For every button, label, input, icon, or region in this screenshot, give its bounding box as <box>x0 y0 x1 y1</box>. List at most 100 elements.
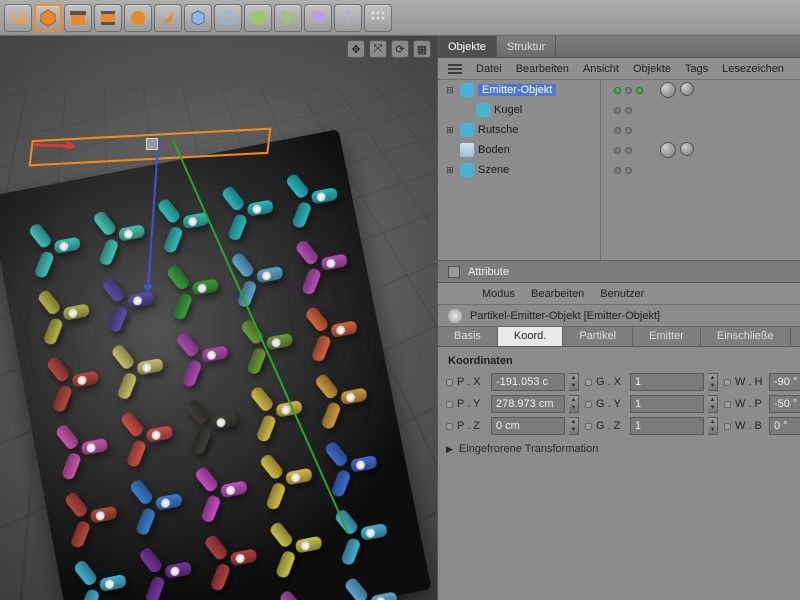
cylinder-button[interactable] <box>304 4 332 32</box>
spinner[interactable]: ▲▼ <box>708 373 718 391</box>
coord-field: P . X ▲▼ <box>446 373 579 391</box>
tree-row[interactable]: ⊞Rutsche <box>438 120 800 140</box>
spinner[interactable]: ▲▼ <box>569 373 579 391</box>
frozen-label: Eingefrorene Transformation <box>459 443 598 455</box>
coord-input[interactable] <box>491 373 565 391</box>
tab-objekte[interactable]: Objekte <box>438 36 497 57</box>
tab-struktur[interactable]: Struktur <box>497 36 557 57</box>
object-icon <box>460 143 474 157</box>
coord-label: G . X <box>596 376 626 388</box>
menu-objekte[interactable]: Objekte <box>633 63 671 75</box>
frozen-transform-row[interactable]: ▶ Eingefrorene Transformation <box>446 443 792 455</box>
visibility-dots[interactable] <box>614 127 632 134</box>
coord-label: P . X <box>457 376 487 388</box>
menu-bearbeiten[interactable]: Bearbeiten <box>516 63 569 75</box>
spinner[interactable]: ▲▼ <box>569 417 579 435</box>
atab-basis[interactable]: Basis <box>438 327 498 346</box>
coord-label: W . P <box>735 398 765 410</box>
coord-input[interactable] <box>769 373 800 391</box>
coord-input[interactable] <box>630 417 704 435</box>
visibility-dots[interactable] <box>614 147 632 154</box>
attr-menu-benutzer[interactable]: Benutzer <box>600 288 644 300</box>
feather-button[interactable] <box>154 4 182 32</box>
expand-toggle[interactable]: ⊟ <box>444 84 456 96</box>
jack-object <box>230 181 283 237</box>
attr-menu-bearbeiten[interactable]: Bearbeiten <box>531 288 584 300</box>
coord-input[interactable] <box>769 395 800 413</box>
anim-dot[interactable] <box>724 379 731 386</box>
coord-field: G . Z▲▼ <box>585 417 718 435</box>
coord-input[interactable] <box>630 395 704 413</box>
3d-viewport[interactable]: ✥ ⤧ ⟳ ▦ <box>0 36 438 600</box>
gizmo-origin[interactable] <box>146 138 158 150</box>
attribute-toggle[interactable] <box>448 266 460 278</box>
cube-tool-button[interactable] <box>34 4 62 32</box>
expand-toggle[interactable] <box>444 144 456 156</box>
atab-einschliesse[interactable]: Einschließe <box>701 327 791 346</box>
row-tags[interactable] <box>660 82 694 98</box>
jack-object <box>193 394 247 451</box>
jack-object <box>353 572 408 600</box>
jack-object <box>147 542 201 600</box>
attribute-tabs: Basis Koord. Partikel Emitter Einschließ… <box>438 327 800 347</box>
anim-dot[interactable] <box>446 379 453 386</box>
film-button[interactable] <box>94 4 122 32</box>
particle-tool-button[interactable] <box>274 4 302 32</box>
coord-input[interactable] <box>769 417 800 435</box>
attr-menu-modus[interactable]: Modus <box>482 288 515 300</box>
expand-button[interactable] <box>334 4 362 32</box>
menu-ansicht[interactable]: Ansicht <box>583 63 619 75</box>
hamburger-icon[interactable] <box>448 64 462 74</box>
tree-row[interactable]: ⊞Szene <box>438 160 800 180</box>
menu-datei[interactable]: Datei <box>476 63 502 75</box>
tag-icon[interactable] <box>680 142 694 156</box>
atab-partikel[interactable]: Partikel <box>563 327 633 346</box>
main-toolbar <box>0 0 800 36</box>
coord-input[interactable] <box>630 373 704 391</box>
spinner[interactable]: ▲▼ <box>708 395 718 413</box>
atab-emitter[interactable]: Emitter <box>633 327 701 346</box>
expand-toggle[interactable]: ⊞ <box>444 164 456 176</box>
anim-dot[interactable] <box>724 401 731 408</box>
menu-lesezeichen[interactable]: Lesezeichen <box>722 63 784 75</box>
tree-row[interactable]: ⊟ Emitter-Objekt <box>438 80 800 100</box>
jack-object <box>278 517 332 574</box>
object-tree[interactable]: ⊟ Emitter-Objekt Kugel⊞RutscheBoden⊞Szene <box>438 80 800 260</box>
tag-icon[interactable] <box>660 82 676 98</box>
paint-button[interactable] <box>124 4 152 32</box>
tag-icon[interactable] <box>660 142 676 158</box>
anim-dot[interactable] <box>585 401 592 408</box>
spinner[interactable]: ▲▼ <box>569 395 579 413</box>
visibility-dots[interactable] <box>614 87 643 94</box>
objects-panel-menu: Datei Bearbeiten Ansicht Objekte Tags Le… <box>438 58 800 80</box>
anim-dot[interactable] <box>724 423 731 430</box>
anim-dot[interactable] <box>585 423 592 430</box>
object-label-text: Partikel-Emitter-Objekt [Emitter-Objekt] <box>470 310 660 322</box>
jack-object <box>343 504 397 561</box>
tree-label: Emitter-Objekt <box>478 84 556 96</box>
coord-input[interactable] <box>491 417 565 435</box>
clapper-button[interactable] <box>64 4 92 32</box>
dots-button[interactable] <box>364 4 392 32</box>
visibility-dots[interactable] <box>614 167 632 174</box>
row-tags[interactable] <box>660 142 694 158</box>
tree-row[interactable]: Kugel <box>438 100 800 120</box>
tree-row[interactable]: Boden <box>438 140 800 160</box>
undo-button[interactable] <box>4 4 32 32</box>
expand-toggle[interactable] <box>460 104 472 116</box>
visibility-dots[interactable] <box>614 107 632 114</box>
primitive-cube-button[interactable] <box>184 4 212 32</box>
atab-koord[interactable]: Koord. <box>498 327 563 346</box>
anim-dot[interactable] <box>446 423 453 430</box>
expand-toggle[interactable]: ⊞ <box>444 124 456 136</box>
sphere-tool-button[interactable] <box>244 4 272 32</box>
attribute-header: Attribute <box>438 261 800 283</box>
rotate-tool-button[interactable] <box>214 4 242 32</box>
anim-dot[interactable] <box>585 379 592 386</box>
objects-panel-tabs: Objekte Struktur <box>438 36 800 58</box>
spinner[interactable]: ▲▼ <box>708 417 718 435</box>
menu-tags[interactable]: Tags <box>685 63 708 75</box>
coord-input[interactable] <box>491 395 565 413</box>
anim-dot[interactable] <box>446 401 453 408</box>
tag-icon[interactable] <box>680 82 694 96</box>
